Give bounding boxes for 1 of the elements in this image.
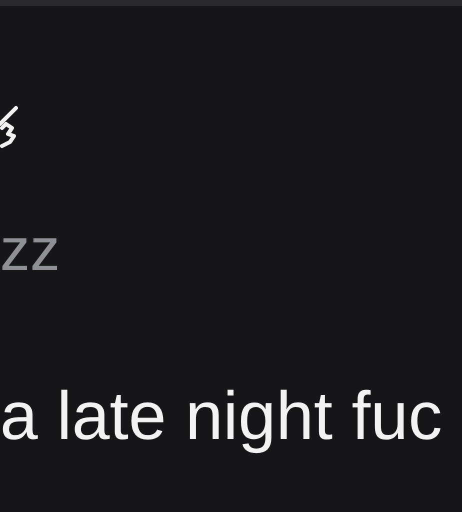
status-text: zz (0, 220, 61, 280)
